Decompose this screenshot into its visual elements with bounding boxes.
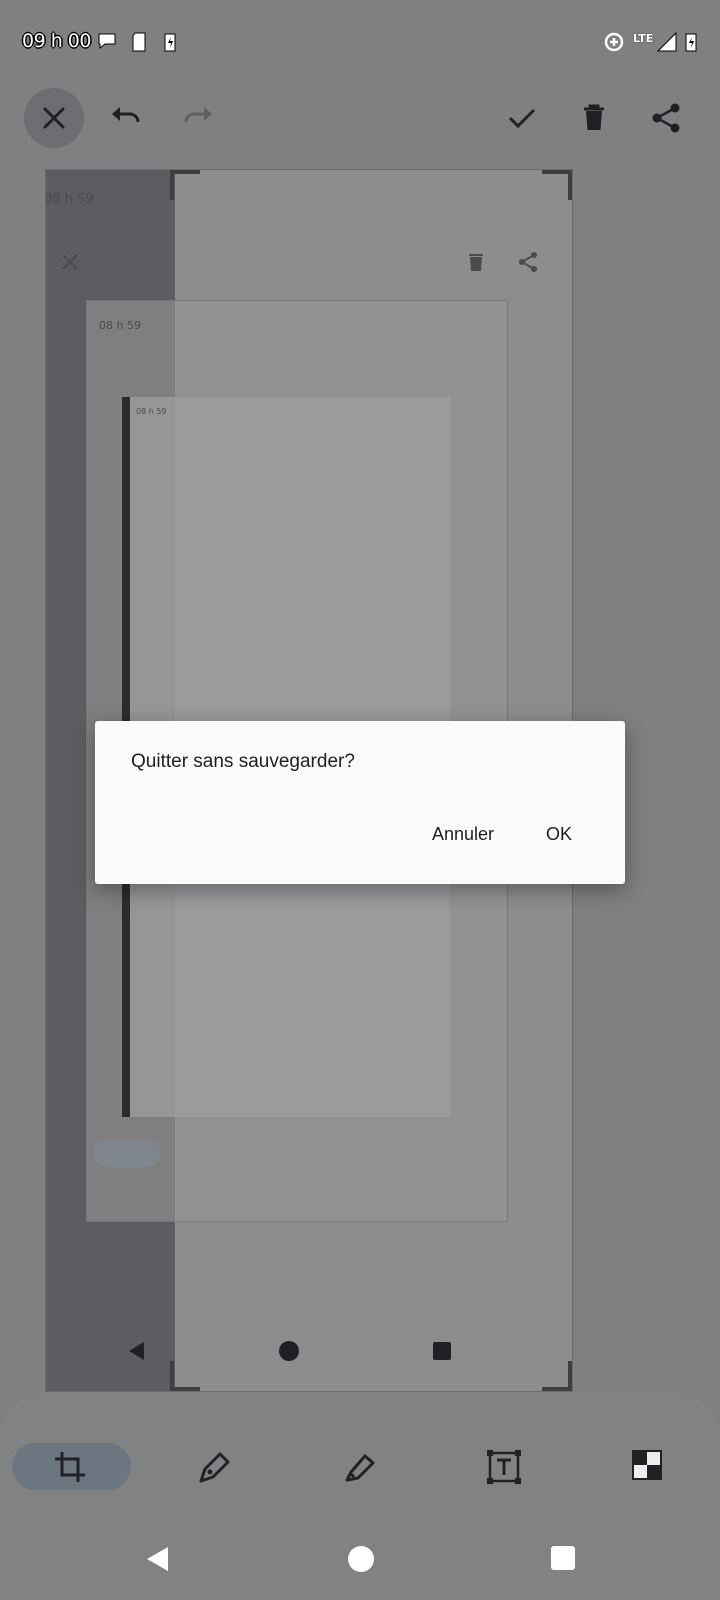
dialog-message: Quitter sans sauvegarder? (131, 751, 355, 772)
ok-button[interactable]: OK (538, 820, 580, 849)
discard-dialog: Quitter sans sauvegarder? Annuler OK (95, 721, 625, 884)
cancel-button[interactable]: Annuler (424, 820, 502, 849)
